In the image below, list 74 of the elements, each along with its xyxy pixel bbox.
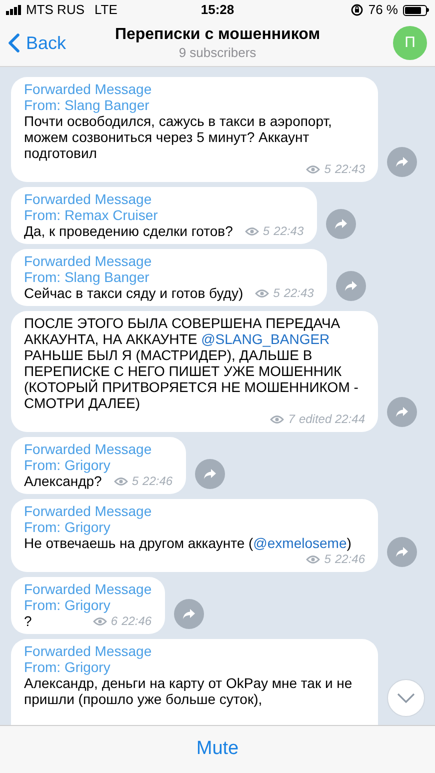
share-arrow-icon bbox=[395, 156, 409, 168]
share-button[interactable] bbox=[336, 271, 366, 301]
share-button[interactable] bbox=[387, 147, 417, 177]
share-button[interactable] bbox=[387, 537, 417, 567]
views-icon bbox=[92, 616, 107, 626]
forwarded-label: Forwarded Message bbox=[24, 81, 153, 97]
view-count: 7 bbox=[288, 411, 295, 427]
clock: 15:28 bbox=[200, 1, 234, 20]
message-time: 22:43 bbox=[274, 223, 304, 239]
view-count: 5 bbox=[273, 285, 280, 301]
share-button[interactable] bbox=[387, 397, 417, 427]
sender-name[interactable]: From: Grigory bbox=[24, 659, 365, 675]
sender-name[interactable]: From: Slang Banger bbox=[24, 97, 365, 113]
sender-name[interactable]: From: Remax Cruiser bbox=[24, 207, 304, 223]
views-icon bbox=[114, 476, 128, 486]
view-count: 5 bbox=[324, 161, 331, 177]
share-button[interactable] bbox=[326, 209, 356, 239]
message-time: 22:46 bbox=[122, 613, 152, 629]
battery-icon bbox=[403, 4, 429, 16]
forwarded-label: Forwarded Message bbox=[24, 441, 153, 457]
forwarded-label: Forwarded Message bbox=[24, 643, 153, 659]
view-count: 5 bbox=[262, 223, 270, 239]
sender-name[interactable]: From: Grigory bbox=[24, 457, 173, 473]
views-icon bbox=[306, 554, 320, 564]
carrier-name: MTS RUS bbox=[26, 1, 84, 20]
mention-link[interactable]: @SLANG_BANGER bbox=[201, 331, 330, 347]
views-icon bbox=[255, 288, 270, 298]
chevron-down-icon bbox=[397, 693, 415, 703]
share-arrow-icon bbox=[395, 546, 409, 558]
sender-name[interactable]: From: Slang Banger bbox=[24, 269, 314, 285]
mention-link[interactable]: @exmeloseme bbox=[253, 535, 347, 551]
share-arrow-icon bbox=[395, 406, 409, 418]
share-arrow-icon bbox=[202, 468, 217, 480]
message-text: Сейчас в такси сяду и готов буду) bbox=[24, 285, 244, 301]
back-chevron-icon bbox=[8, 33, 20, 53]
chat-title: Переписки с мошенником bbox=[114, 25, 320, 45]
views-icon bbox=[244, 226, 259, 236]
subscriber-count: 9 subscribers bbox=[178, 45, 256, 61]
share-button[interactable] bbox=[194, 459, 225, 489]
message-time: edited 22:44 bbox=[298, 411, 365, 427]
message-time: 22:43 bbox=[284, 285, 314, 301]
sender-name[interactable]: From: Grigory bbox=[24, 519, 365, 535]
forwarded-label: Forwarded Message bbox=[24, 503, 153, 519]
forwarded-label: Forwarded Message bbox=[24, 253, 153, 269]
share-button[interactable] bbox=[174, 599, 204, 629]
message-text: ПОСЛЕ ЭТОГО БЫЛА СОВЕРШЕНА ПЕРЕДАЧА АККАУНТА, НА АККАУНТЕ @SLANG_BANGER РАНЬШЕ БЫЛ Я (МАСТРИДЕР), ДАЛЬШЕ В ПЕРЕПИСКЕ С НЕГО ПИШЕТ УЖЕ МОШЕННИК (КОТОРЫЙ ПРИТВОРЯЕТСЯ НЕ МОШЕННИКОМ - СМОТРИ ДАЛЕЕ) bbox=[24, 315, 360, 411]
message-text: Почти освободился, сажусь в такси в аэропорт, можем созвониться через 5 минут? Аккаунт подготовил bbox=[24, 113, 333, 161]
back-button[interactable]: Back bbox=[8, 30, 66, 56]
message-time: 22:46 bbox=[142, 473, 173, 489]
message-text: ? bbox=[24, 613, 32, 629]
views-icon bbox=[306, 164, 320, 174]
share-arrow-icon bbox=[182, 608, 196, 620]
share-arrow-icon bbox=[344, 280, 358, 292]
forwarded-label: Forwarded Message bbox=[24, 191, 153, 207]
battery-percent: 76 % bbox=[368, 1, 398, 20]
views-icon bbox=[270, 414, 284, 424]
share-arrow-icon bbox=[334, 218, 348, 230]
message-time: 22:46 bbox=[334, 551, 365, 567]
message-text: Не отвечаешь на другом аккаунте (@exmeloseme) bbox=[24, 535, 352, 551]
view-count: 6 bbox=[110, 613, 118, 629]
mute-button[interactable]: Mute bbox=[196, 735, 239, 764]
network-type: LTE bbox=[94, 1, 118, 20]
signal-icon bbox=[6, 5, 24, 15]
message-time: 22:43 bbox=[334, 161, 365, 177]
channel-avatar[interactable]: П bbox=[393, 26, 427, 60]
rotation-lock-icon bbox=[351, 4, 364, 16]
message-text: Александр, деньги на карту от OkPay мне так и не пришли (прошло уже больше суток), bbox=[24, 675, 354, 707]
message-text: Да, к проведению сделки готов? bbox=[24, 223, 233, 239]
view-count: 5 bbox=[132, 473, 139, 489]
sender-name[interactable]: From: Grigory bbox=[24, 597, 152, 613]
forwarded-label: Forwarded Message bbox=[24, 581, 152, 597]
message-text: Александр? bbox=[24, 473, 102, 489]
scroll-down-button[interactable] bbox=[387, 679, 425, 717]
view-count: 5 bbox=[324, 551, 331, 567]
